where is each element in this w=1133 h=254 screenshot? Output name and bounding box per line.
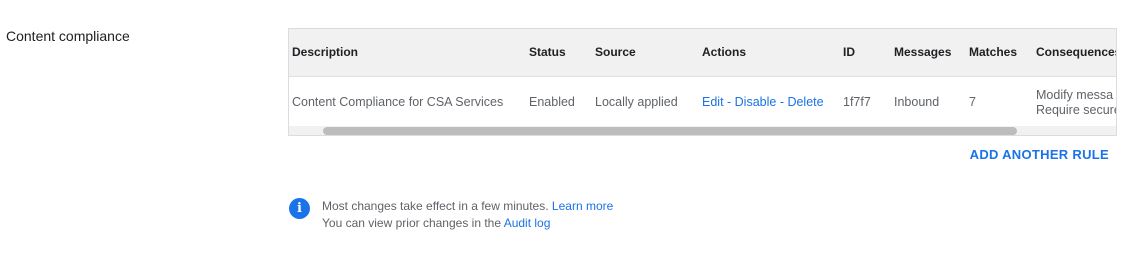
cell-consequences: Modify messa Require secure: [1036, 88, 1117, 118]
add-another-rule-button[interactable]: ADD ANOTHER RULE: [970, 147, 1109, 162]
header-source[interactable]: Source: [595, 45, 636, 59]
disable-link[interactable]: Disable: [735, 95, 777, 109]
header-messages[interactable]: Messages: [894, 45, 951, 59]
header-id[interactable]: ID: [843, 45, 855, 59]
table-header: Description Status Source Actions ID Mes…: [289, 29, 1116, 77]
info-text-2: You can view prior changes in the: [322, 216, 502, 230]
rules-table: Description Status Source Actions ID Mes…: [288, 28, 1117, 136]
consequence-line: Modify messa: [1036, 88, 1114, 102]
edit-link[interactable]: Edit: [702, 95, 724, 109]
learn-more-link[interactable]: Learn more: [552, 199, 613, 213]
cell-id: 1f7f7: [843, 95, 871, 109]
cell-status: Enabled: [529, 95, 575, 109]
actions-separator: -: [776, 95, 788, 109]
audit-log-link[interactable]: Audit log: [504, 216, 551, 230]
header-status[interactable]: Status: [529, 45, 566, 59]
cell-description: Content Compliance for CSA Services: [292, 95, 504, 109]
info-icon: i: [289, 198, 310, 219]
consequence-line: Require secure: [1036, 103, 1117, 117]
info-line-1: Most changes take effect in a few minute…: [322, 198, 613, 215]
delete-link[interactable]: Delete: [787, 95, 823, 109]
cell-actions: Edit - Disable - Delete: [702, 95, 824, 109]
cell-matches: 7: [969, 95, 976, 109]
actions-separator: -: [723, 95, 735, 109]
horizontal-scrollbar[interactable]: [289, 126, 1116, 135]
scrollbar-thumb[interactable]: [323, 127, 1017, 135]
info-text-1: Most changes take effect in a few minute…: [322, 199, 549, 213]
info-line-2: You can view prior changes in the Audit …: [322, 215, 613, 232]
header-actions: Actions: [702, 45, 747, 59]
header-consequences[interactable]: Consequences: [1036, 45, 1116, 59]
cell-messages: Inbound: [894, 95, 940, 109]
info-message: Most changes take effect in a few minute…: [322, 198, 613, 232]
header-matches[interactable]: Matches: [969, 45, 1017, 59]
header-description[interactable]: Description: [292, 45, 358, 59]
section-title: Content compliance: [6, 28, 130, 44]
cell-source: Locally applied: [595, 95, 678, 109]
